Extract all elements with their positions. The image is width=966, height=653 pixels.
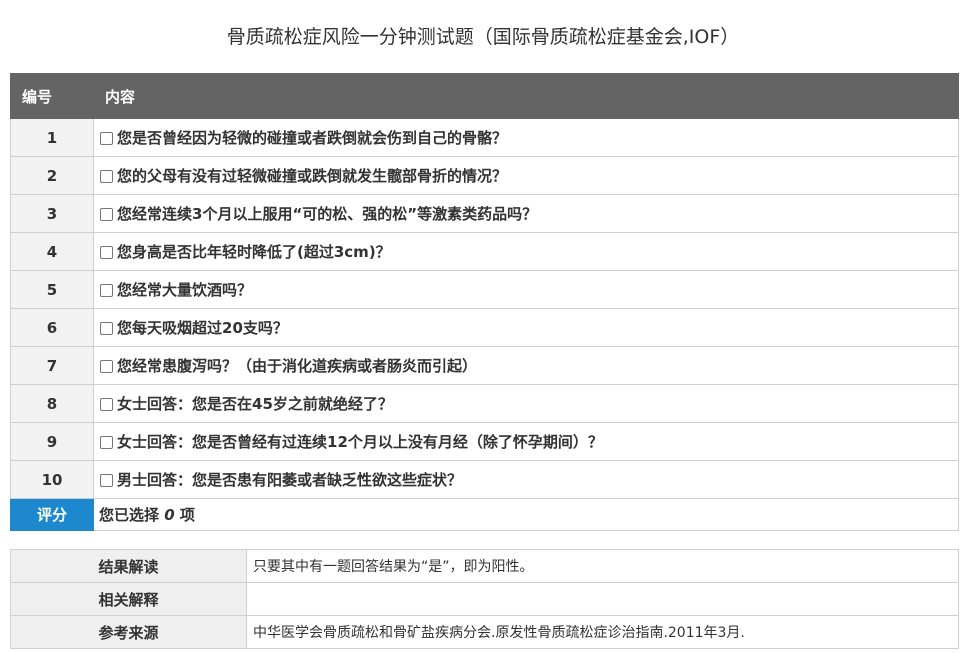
question-number: 6 <box>10 308 94 347</box>
question-number: 8 <box>10 384 94 423</box>
related-value <box>246 582 959 616</box>
question-checkbox[interactable] <box>100 208 113 221</box>
question-content[interactable]: 您经常患腹泻吗？（由于消化道疾病或者肠炎而引起） <box>93 346 959 385</box>
question-row: 6 您每天吸烟超过20支吗？ <box>10 308 959 347</box>
result-value: 只要其中有一题回答结果为“是”，即为阳性。 <box>246 549 959 583</box>
score-count: 0 <box>164 506 175 524</box>
column-header-number: 编号 <box>10 73 94 119</box>
question-row: 10 男士回答：您是否患有阳萎或者缺乏性欲这些症状？ <box>10 460 959 499</box>
question-number: 1 <box>10 118 94 157</box>
question-text[interactable]: 男士回答：您是否患有阳萎或者缺乏性欲这些症状？ <box>117 471 462 489</box>
question-row: 9 女士回答：您是否曾经有过连续12个月以上没有月经（除了怀孕期间）？ <box>10 422 959 461</box>
question-text[interactable]: 您是否曾经因为轻微的碰撞或者跌倒就会伤到自己的骨骼？ <box>117 129 507 147</box>
question-text[interactable]: 女士回答：您是否在45岁之前就绝经了？ <box>117 395 393 413</box>
question-checkbox[interactable] <box>100 360 113 373</box>
question-number: 7 <box>10 346 94 385</box>
question-text[interactable]: 您经常连续3个月以上服用“可的松、强的松”等激素类药品吗？ <box>117 205 537 223</box>
question-row: 4 您身高是否比年轻时降低了(超过3cm)？ <box>10 232 959 271</box>
question-number: 2 <box>10 156 94 195</box>
question-checkbox[interactable] <box>100 284 113 297</box>
question-content[interactable]: 男士回答：您是否患有阳萎或者缺乏性欲这些症状？ <box>93 460 959 499</box>
info-row-related: 相关解释 <box>10 582 959 616</box>
score-row: 评分 您已选择 0 项 <box>10 498 959 531</box>
question-row: 7 您经常患腹泻吗？（由于消化道疾病或者肠炎而引起） <box>10 346 959 385</box>
question-text[interactable]: 您每天吸烟超过20支吗？ <box>117 319 288 337</box>
score-summary: 您已选择 0 项 <box>93 498 959 531</box>
page-title: 骨质疏松症风险一分钟测试题（国际骨质疏松症基金会,IOF） <box>226 26 740 48</box>
question-text[interactable]: 您经常患腹泻吗？（由于消化道疾病或者肠炎而引起） <box>117 357 477 375</box>
question-content[interactable]: 您身高是否比年轻时降低了(超过3cm)？ <box>93 232 959 271</box>
question-content[interactable]: 您经常连续3个月以上服用“可的松、强的松”等激素类药品吗？ <box>93 194 959 233</box>
question-text[interactable]: 您的父母有没有过轻微碰撞或跌倒就发生髋部骨折的情况？ <box>117 167 507 185</box>
source-value: 中华医学会骨质疏松和骨矿盐疾病分会.原发性骨质疏松症诊治指南.2011年3月. <box>246 615 959 649</box>
question-checkbox[interactable] <box>100 170 113 183</box>
question-content[interactable]: 女士回答：您是否在45岁之前就绝经了？ <box>93 384 959 423</box>
question-checkbox[interactable] <box>100 474 113 487</box>
question-checkbox[interactable] <box>100 246 113 259</box>
question-checkbox[interactable] <box>100 436 113 449</box>
question-row: 3 您经常连续3个月以上服用“可的松、强的松”等激素类药品吗？ <box>10 194 959 233</box>
score-label: 评分 <box>10 498 94 531</box>
question-text[interactable]: 女士回答：您是否曾经有过连续12个月以上没有月经（除了怀孕期间）？ <box>117 433 603 451</box>
info-row-source: 参考来源 中华医学会骨质疏松和骨矿盐疾病分会.原发性骨质疏松症诊治指南.2011… <box>10 615 959 649</box>
question-number: 9 <box>10 422 94 461</box>
quiz-table: 编号 内容 1 您是否曾经因为轻微的碰撞或者跌倒就会伤到自己的骨骼？ 2 您的父母有没… <box>10 73 959 531</box>
column-header-content: 内容 <box>93 73 959 119</box>
question-checkbox[interactable] <box>100 322 113 335</box>
quiz-body: 1 您是否曾经因为轻微的碰撞或者跌倒就会伤到自己的骨骼？ 2 您的父母有没有过轻微碰撞… <box>10 118 959 499</box>
question-checkbox[interactable] <box>100 132 113 145</box>
source-label: 参考来源 <box>10 615 247 649</box>
question-number: 3 <box>10 194 94 233</box>
score-prefix: 您已选择 <box>99 506 165 524</box>
related-label: 相关解释 <box>10 582 247 616</box>
question-row: 2 您的父母有没有过轻微碰撞或跌倒就发生髋部骨折的情况？ <box>10 156 959 195</box>
question-number: 5 <box>10 270 94 309</box>
question-content[interactable]: 您经常大量饮酒吗？ <box>93 270 959 309</box>
question-text[interactable]: 您经常大量饮酒吗？ <box>117 281 252 299</box>
result-label: 结果解读 <box>10 549 247 583</box>
info-table: 结果解读 只要其中有一题回答结果为“是”，即为阳性。 相关解释 参考来源 中华医… <box>10 549 959 649</box>
question-row: 1 您是否曾经因为轻微的碰撞或者跌倒就会伤到自己的骨骼？ <box>10 118 959 157</box>
question-row: 8 女士回答：您是否在45岁之前就绝经了？ <box>10 384 959 423</box>
question-row: 5 您经常大量饮酒吗？ <box>10 270 959 309</box>
question-text[interactable]: 您身高是否比年轻时降低了(超过3cm)？ <box>117 243 391 261</box>
question-checkbox[interactable] <box>100 398 113 411</box>
question-number: 4 <box>10 232 94 271</box>
info-row-result: 结果解读 只要其中有一题回答结果为“是”，即为阳性。 <box>10 549 959 583</box>
question-content[interactable]: 您是否曾经因为轻微的碰撞或者跌倒就会伤到自己的骨骼？ <box>93 118 959 157</box>
question-content[interactable]: 女士回答：您是否曾经有过连续12个月以上没有月经（除了怀孕期间）？ <box>93 422 959 461</box>
score-suffix: 项 <box>174 506 195 524</box>
question-content[interactable]: 您每天吸烟超过20支吗？ <box>93 308 959 347</box>
table-header-row: 编号 内容 <box>10 73 959 119</box>
question-number: 10 <box>10 460 94 499</box>
question-content[interactable]: 您的父母有没有过轻微碰撞或跌倒就发生髋部骨折的情况？ <box>93 156 959 195</box>
